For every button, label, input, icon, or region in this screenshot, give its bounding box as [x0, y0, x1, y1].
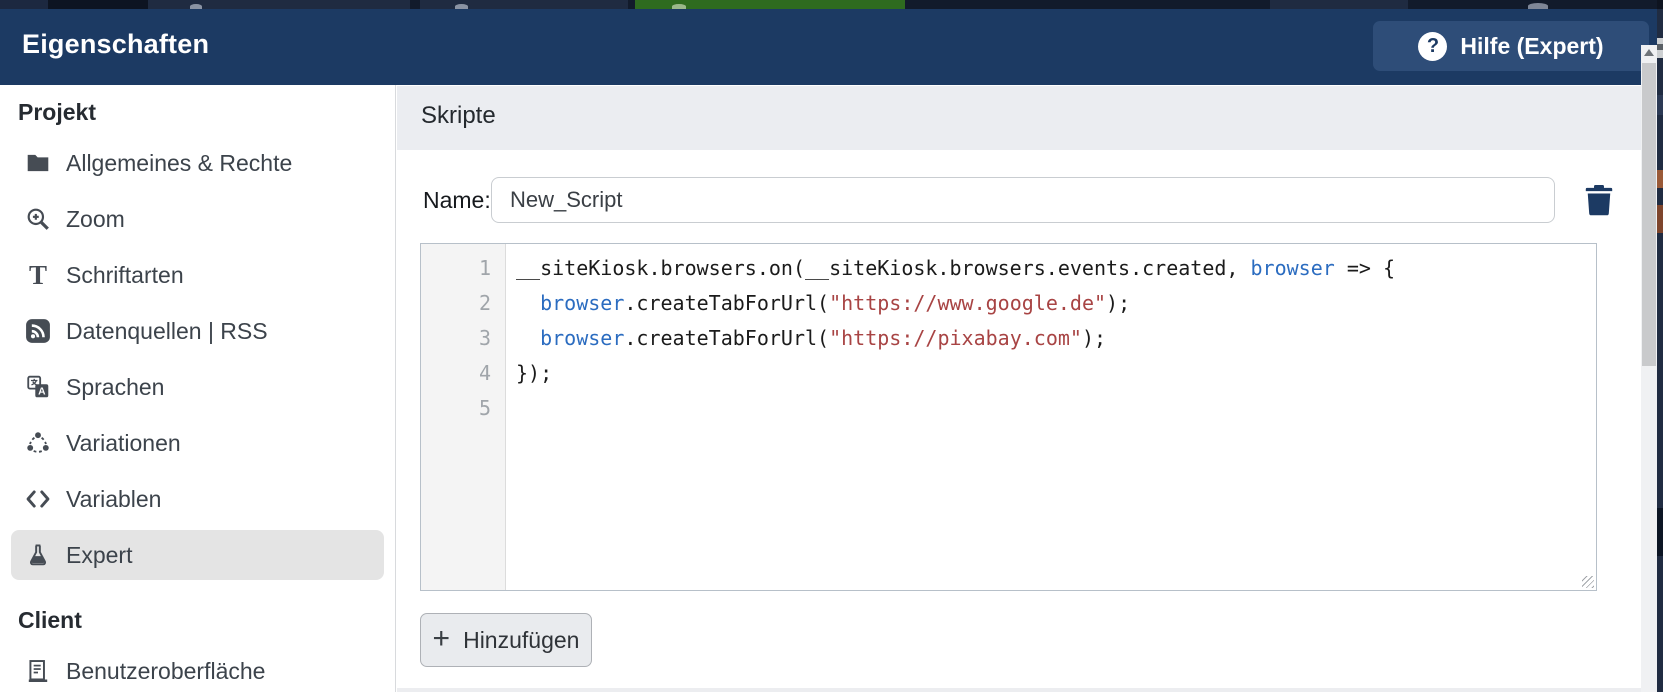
add-button-label: Hinzufügen: [463, 627, 579, 654]
sidebar-item-label: Variablen: [66, 486, 161, 513]
sidebar-item-benutzeroberfläche[interactable]: Benutzeroberfläche: [0, 643, 395, 692]
next-section-band-edge: [397, 688, 1641, 692]
flask-icon: [24, 541, 52, 569]
code-token-ident: browser: [1251, 256, 1335, 280]
main-panel: Skripte Name: 12345 __siteKiosk.browsers…: [397, 85, 1641, 692]
section-title: Skripte: [421, 102, 496, 130]
code-brackets-icon: [24, 485, 52, 513]
sidebar-item-label: Allgemeines & Rechte: [66, 150, 292, 177]
background-page-fragment: [1657, 170, 1663, 188]
question-mark-icon: ?: [1418, 32, 1447, 61]
ui-icon: [24, 657, 52, 685]
script-name-input[interactable]: [491, 177, 1555, 223]
code-token-string: "https://www.google.de": [829, 291, 1106, 315]
code-token-string: "https://pixabay.com": [829, 326, 1082, 350]
code-token-ident: browser: [540, 291, 624, 315]
code-token-code: [516, 326, 540, 350]
section-header-band: Skripte: [397, 86, 1641, 150]
background-page-fragment: [1657, 0, 1663, 9]
code-line-5[interactable]: [516, 391, 1596, 426]
background-tab-strip: [0, 0, 1663, 9]
sidebar-item-variationen[interactable]: Variationen: [0, 415, 395, 471]
code-token-code: );: [1106, 291, 1130, 315]
line-number: 2: [421, 286, 505, 321]
line-number: 5: [421, 391, 505, 426]
scrollbar-up-arrow-icon[interactable]: [1644, 49, 1654, 56]
sitekiosk-properties-dialog: Eigenschaften ? Hilfe (Expert) Projekt Al…: [0, 0, 1663, 692]
sidebar: Projekt Allgemeines & Rechte Zoom T Schrifta…: [0, 85, 396, 692]
sidebar-item-allgemeines-rechte[interactable]: Allgemeines & Rechte: [0, 135, 395, 191]
help-button-label: Hilfe (Expert): [1460, 33, 1603, 60]
background-page-fragment: [1657, 95, 1663, 115]
code-token-code: .createTabForUrl(: [624, 326, 829, 350]
line-number: 1: [421, 251, 505, 286]
code-line-2[interactable]: browser.createTabForUrl("https://www.goo…: [516, 286, 1596, 321]
sidebar-item-zoom[interactable]: Zoom: [0, 191, 395, 247]
plus-icon: +: [433, 624, 451, 654]
sidebar-item-schriftarten[interactable]: T Schriftarten: [0, 247, 395, 303]
zoom-in-icon: [24, 205, 52, 233]
fonts-icon: T: [24, 261, 52, 289]
background-tab: [148, 0, 410, 9]
script-name-label: Name:: [423, 187, 491, 214]
delete-script-button[interactable]: [1581, 182, 1617, 220]
editor-resize-grip-icon[interactable]: [1582, 576, 1594, 588]
scrollbar-thumb[interactable]: [1642, 63, 1656, 366]
editor-code-area[interactable]: __siteKiosk.browsers.on(__siteKiosk.brow…: [506, 244, 1596, 590]
code-token-code: => {: [1335, 256, 1395, 280]
background-page-fragment: [1657, 205, 1663, 233]
script-code-editor[interactable]: 12345 __siteKiosk.browsers.on(__siteKios…: [420, 243, 1597, 591]
code-token-code: });: [516, 361, 552, 385]
sidebar-item-sprachen[interactable]: A Sprachen: [0, 359, 395, 415]
code-token-code: .createTabForUrl(: [624, 291, 829, 315]
dialog-header: Eigenschaften ? Hilfe (Expert): [0, 9, 1657, 85]
sidebar-item-label: Variationen: [66, 430, 181, 457]
code-line-1[interactable]: __siteKiosk.browsers.on(__siteKiosk.brow…: [516, 251, 1596, 286]
sidebar-item-expert[interactable]: Expert: [0, 527, 395, 583]
dialog-title: Eigenschaften: [22, 29, 209, 60]
sidebar-item-variablen[interactable]: Variablen: [0, 471, 395, 527]
code-token-ident: browser: [540, 326, 624, 350]
background-tab: [48, 0, 148, 9]
sidebar-item-label: Sprachen: [66, 374, 164, 401]
sidebar-item-label: Datenquellen | RSS: [66, 318, 268, 345]
sidebar-item-label: Zoom: [66, 206, 125, 233]
background-page-fragment: [1657, 508, 1663, 556]
sidebar-item-label: Schriftarten: [66, 262, 184, 289]
sidebar-item-datenquellen-rss[interactable]: Datenquellen | RSS: [0, 303, 395, 359]
sidebar-heading-projekt: Projekt: [18, 97, 395, 127]
code-token-code: __siteKiosk.browsers.on(__siteKiosk.brow…: [516, 256, 1251, 280]
translate-icon: A: [24, 373, 52, 401]
line-number: 4: [421, 356, 505, 391]
rss-icon: [24, 317, 52, 345]
background-tab: [0, 0, 48, 9]
code-line-4[interactable]: });: [516, 356, 1596, 391]
background-tab: [1270, 0, 1408, 9]
code-line-3[interactable]: browser.createTabForUrl("https://pixabay…: [516, 321, 1596, 356]
sidebar-heading-client: Client: [18, 605, 395, 635]
trash-icon: [1583, 205, 1615, 220]
line-number: 3: [421, 321, 505, 356]
add-script-button[interactable]: + Hinzufügen: [420, 613, 592, 667]
background-page-edge: [1657, 0, 1663, 692]
code-token-code: [516, 291, 540, 315]
sidebar-item-label: Benutzeroberfläche: [66, 658, 265, 685]
sidebar-item-label: Expert: [66, 542, 132, 569]
help-expert-button[interactable]: ? Hilfe (Expert): [1373, 21, 1649, 71]
background-tab: [420, 0, 628, 9]
variations-icon: [24, 429, 52, 457]
code-token-code: );: [1082, 326, 1106, 350]
dialog-scrollbar[interactable]: [1641, 45, 1657, 692]
svg-text:A: A: [38, 387, 46, 398]
editor-line-number-gutter: 12345: [421, 244, 506, 590]
folder-icon: [24, 149, 52, 177]
background-scrollbar-fragment: [1657, 44, 1663, 50]
